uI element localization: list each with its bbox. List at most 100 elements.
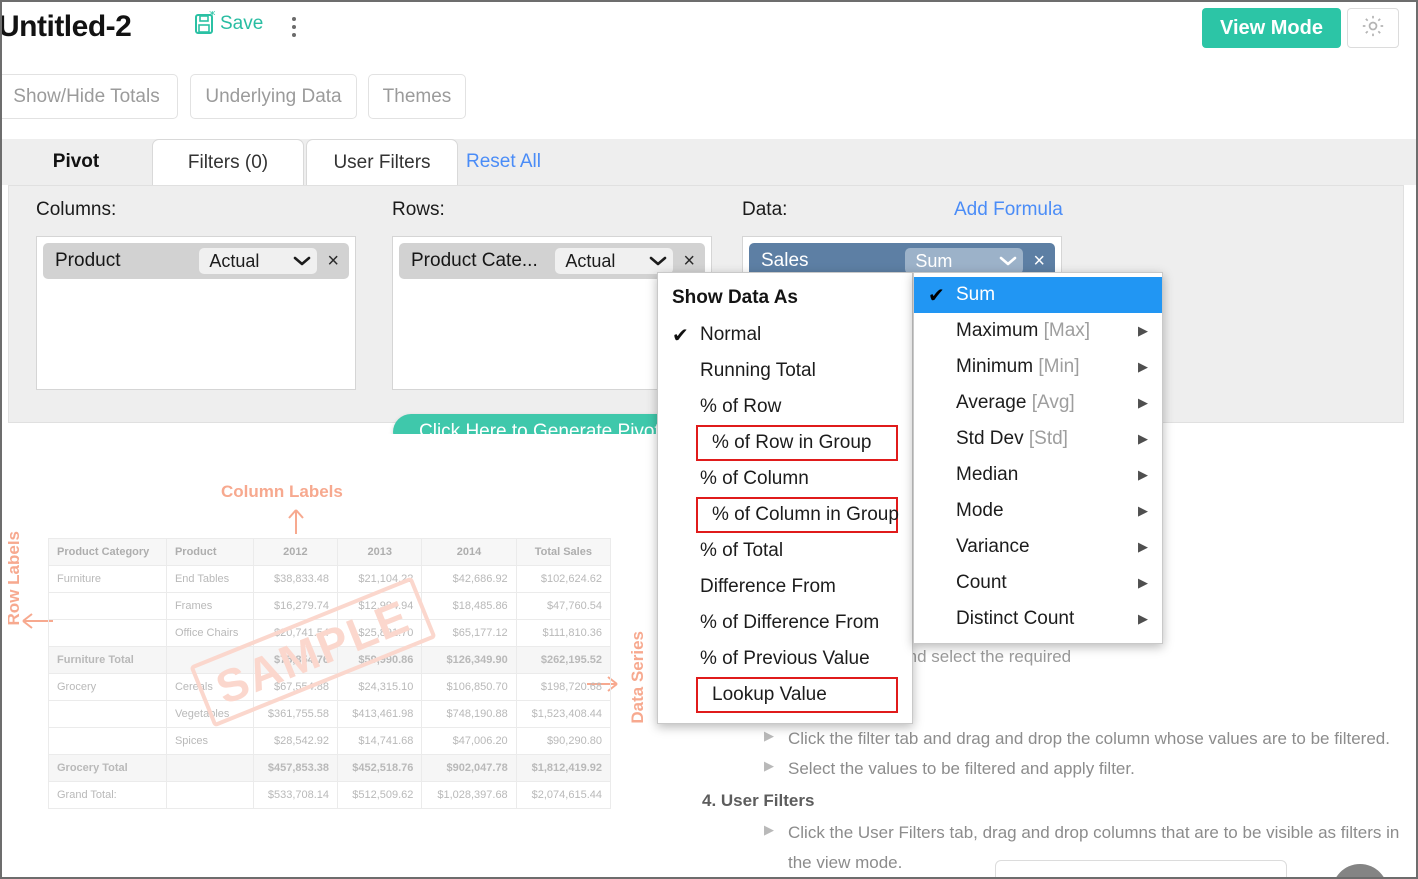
remove-field-button[interactable]: ×	[323, 251, 343, 271]
submenu-arrow-icon: ▶	[1138, 539, 1148, 555]
menu-item-of-column-in-group[interactable]: % of Column in Group	[696, 497, 898, 533]
field-agg-value: Actual	[565, 251, 615, 272]
triangle-right-icon: ▶	[764, 818, 774, 877]
agg-menu-item-std-dev[interactable]: Std Dev [Std]▶	[914, 421, 1162, 457]
field-name: Product	[55, 250, 120, 272]
menu-item-running-total[interactable]: Running Total	[658, 353, 912, 389]
agg-menu-item-minimum[interactable]: Minimum [Min]▶	[914, 349, 1162, 385]
agg-menu-item-sum[interactable]: ✔Sum	[914, 277, 1162, 313]
table-cell: Cereals	[166, 674, 253, 701]
themes-button[interactable]: Themes	[368, 74, 466, 119]
remove-field-button[interactable]: ×	[679, 251, 699, 271]
menu-item-normal[interactable]: ✔Normal	[658, 317, 912, 353]
col-header: 2013	[338, 539, 422, 566]
tab-user-filters[interactable]: User Filters	[306, 139, 458, 185]
agg-menu-item-maximum[interactable]: Maximum [Max]▶	[914, 313, 1162, 349]
save-button[interactable]: * Save	[194, 11, 263, 37]
page-title: Untitled-2	[0, 10, 131, 44]
agg-menu-item-distinct-count[interactable]: Distinct Count▶	[914, 601, 1162, 637]
app-window: Untitled-2 * Save View Mode	[0, 0, 1418, 879]
settings-button[interactable]	[1347, 8, 1399, 48]
check-icon: ✔	[928, 283, 956, 308]
table-row: Frames$16,279.74$12,994.94$18,485.86$47,…	[49, 593, 611, 620]
columns-label: Columns:	[36, 199, 116, 221]
menu-item-label: % of Column	[700, 468, 898, 490]
table-cell: $47,760.54	[516, 593, 610, 620]
menu-item-difference-from[interactable]: Difference From	[658, 569, 912, 605]
agg-menu-item-abbrev: [Avg]	[1026, 392, 1074, 413]
agg-menu-item-median[interactable]: Median▶	[914, 457, 1162, 493]
table-row: FurnitureEnd Tables$38,833.48$21,104.22$…	[49, 566, 611, 593]
agg-menu-item-abbrev: [Max]	[1038, 320, 1090, 341]
table-cell	[166, 647, 253, 674]
agg-menu-item-abbrev: [Min]	[1033, 356, 1079, 377]
menu-item-of-total[interactable]: % of Total	[658, 533, 912, 569]
svg-text:*: *	[209, 11, 216, 24]
agg-menu-item-label: Std Dev [Std]	[956, 428, 1138, 450]
chevron-down-icon	[293, 251, 311, 272]
menu-item-lookup-value[interactable]: Lookup Value	[696, 677, 898, 713]
table-row: Office Chairs$20,741.54$25,891.70$65,177…	[49, 620, 611, 647]
field-agg-select[interactable]: Actual	[199, 248, 317, 274]
menu-item-label: Running Total	[700, 360, 898, 382]
field-agg-select[interactable]: Actual	[555, 248, 673, 274]
tab-filters[interactable]: Filters (0)	[152, 139, 304, 185]
agg-menu-item-label: Variance	[956, 536, 1138, 558]
menu-item-label: % of Column in Group	[712, 504, 899, 526]
table-cell: Furniture	[49, 566, 167, 593]
menu-item-of-previous-value[interactable]: % of Previous Value	[658, 641, 912, 677]
table-cell	[166, 782, 253, 809]
triangle-right-icon: ▶	[764, 754, 774, 784]
menu-item-of-row-in-group[interactable]: % of Row in Group	[696, 425, 898, 461]
add-formula-link[interactable]: Add Formula	[954, 199, 1063, 221]
agg-menu-item-count[interactable]: Count▶	[914, 565, 1162, 601]
view-mode-button[interactable]: View Mode	[1202, 8, 1341, 48]
more-vertical-icon[interactable]	[286, 14, 302, 40]
menu-item-of-difference-from[interactable]: % of Difference From	[658, 605, 912, 641]
agg-menu-item-average[interactable]: Average [Avg]▶	[914, 385, 1162, 421]
field-agg-value: Sum	[915, 251, 952, 272]
help-section-heading: 4. User Filters	[702, 786, 814, 816]
field-pill-product[interactable]: Product Actual ×	[43, 243, 349, 279]
table-cell: Grocery Total	[49, 755, 167, 782]
tab-pivot[interactable]: Pivot	[2, 139, 150, 185]
show-hide-totals-button[interactable]: Show/Hide Totals	[0, 74, 178, 119]
table-cell	[49, 728, 167, 755]
agg-menu-item-mode[interactable]: Mode▶	[914, 493, 1162, 529]
menu-item-of-row[interactable]: % of Row	[658, 389, 912, 425]
table-cell: $21,104.22	[338, 566, 422, 593]
table-cell	[49, 701, 167, 728]
agg-menu-item-variance[interactable]: Variance▶	[914, 529, 1162, 565]
menu-item-label: Lookup Value	[712, 684, 888, 706]
table-cell	[166, 755, 253, 782]
table-cell: $106,850.70	[422, 674, 516, 701]
table-cell: Frames	[166, 593, 253, 620]
columns-dropzone[interactable]: Product Actual ×	[36, 236, 356, 390]
table-row: Vegetables$361,755.58$413,461.98$748,190…	[49, 701, 611, 728]
agg-menu-item-label: Average [Avg]	[956, 392, 1138, 414]
agg-menu-item-label: Sum	[956, 284, 1148, 306]
col-header: 2012	[253, 539, 337, 566]
reset-all-link[interactable]: Reset All	[466, 139, 541, 185]
table-cell: $38,833.48	[253, 566, 337, 593]
menu-item-label: % of Previous Value	[700, 648, 898, 670]
save-disk-icon: *	[194, 11, 218, 37]
field-agg-select[interactable]: Sum	[905, 248, 1023, 274]
arrow-up-icon	[285, 506, 307, 541]
table-cell: $67,554.88	[253, 674, 337, 701]
table-cell: $452,518.76	[338, 755, 422, 782]
table-cell: $18,485.86	[422, 593, 516, 620]
field-name: Product Cate...	[411, 250, 538, 272]
submenu-arrow-icon: ▶	[1138, 323, 1148, 339]
table-cell: $42,686.92	[422, 566, 516, 593]
title-bar: Untitled-2 * Save View Mode	[2, 2, 1416, 60]
table-cell: $12,994.94	[338, 593, 422, 620]
sample-pivot-table: Product Category Product 2012 2013 2014 …	[48, 538, 611, 809]
triangle-right-icon: ▶	[764, 724, 774, 754]
underlying-data-button[interactable]: Underlying Data	[190, 74, 357, 119]
menu-item-of-column[interactable]: % of Column	[658, 461, 912, 497]
bottom-input-field[interactable]	[995, 860, 1287, 879]
remove-field-button[interactable]: ×	[1029, 251, 1049, 271]
table-cell: $1,523,408.44	[516, 701, 610, 728]
agg-menu-item-label: Count	[956, 572, 1138, 594]
